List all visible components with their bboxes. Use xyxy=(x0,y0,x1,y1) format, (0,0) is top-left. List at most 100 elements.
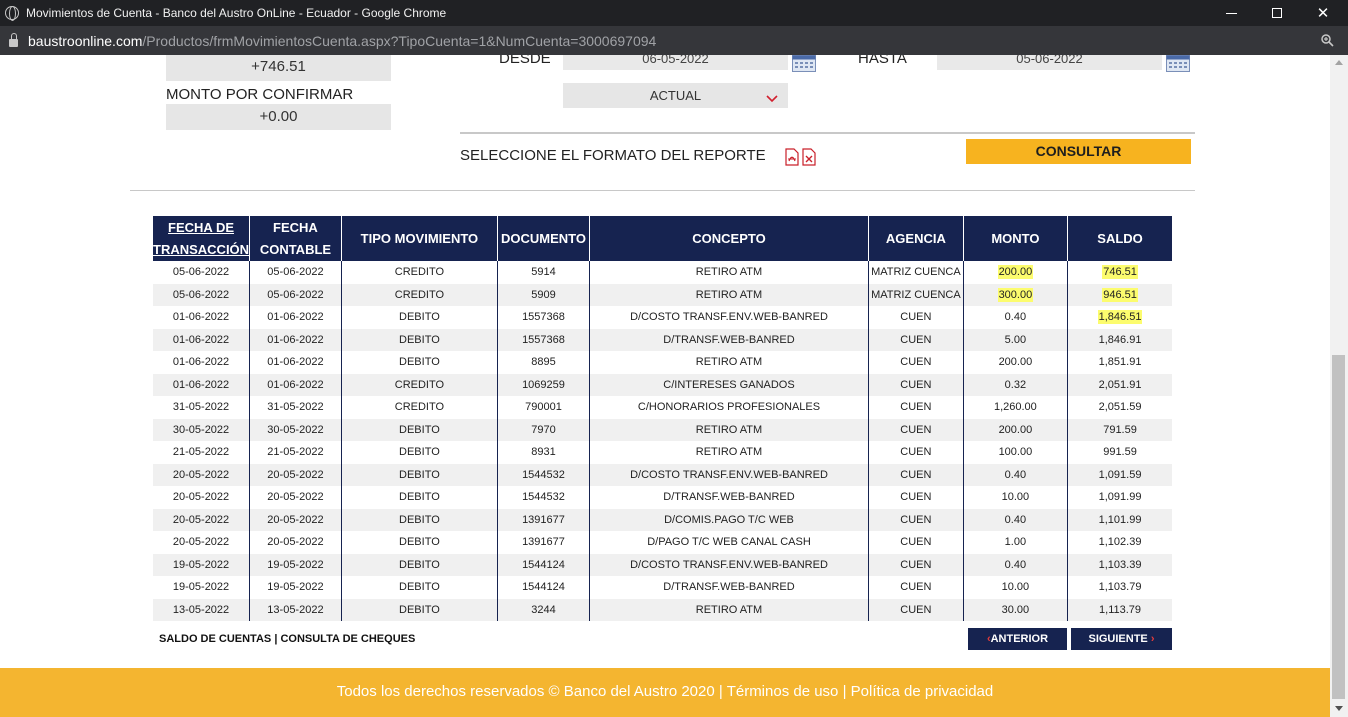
scroll-thumb[interactable] xyxy=(1332,355,1345,699)
consultar-button[interactable]: CONSULTAR xyxy=(966,139,1191,164)
cell-tipo-text: DEBITO xyxy=(399,603,440,616)
excel-icon[interactable] xyxy=(802,148,816,166)
cell-documento: 8895 xyxy=(497,351,590,374)
cell-concepto-text: D/TRANSF.WEB-BANRED xyxy=(663,491,795,504)
cell-documento-text: 1391677 xyxy=(522,536,565,549)
cell-fecha-transaccion-text: 19-05-2022 xyxy=(172,558,230,571)
cell-concepto: D/COSTO TRANSF.ENV.WEB-BANRED xyxy=(589,553,870,576)
cell-documento-text: 1557368 xyxy=(522,311,565,324)
cell-agencia: CUEN xyxy=(868,508,964,531)
terms-link[interactable]: Términos de uso xyxy=(727,683,839,700)
consulta-cheques-link[interactable]: CONSULTA DE CHEQUES xyxy=(280,633,415,645)
cell-documento: 5909 xyxy=(497,283,590,306)
address-bar[interactable]: baustroonline.com/Productos/frmMovimient… xyxy=(0,26,1348,55)
cell-concepto-text: D/TRANSF.WEB-BANRED xyxy=(663,581,795,594)
cell-saldo: 1,846.51 xyxy=(1068,306,1172,329)
cell-saldo-text: 746.51 xyxy=(1102,265,1138,280)
cell-documento: 790001 xyxy=(497,396,590,419)
siguiente-button[interactable]: SIGUIENTE › xyxy=(1071,628,1172,650)
cell-agencia: CUEN xyxy=(868,306,964,329)
cell-agencia-text: CUEN xyxy=(900,356,932,369)
copyright-text: Todos los derechos reservados © Banco de… xyxy=(336,683,715,700)
cell-fecha-transaccion-text: 21-05-2022 xyxy=(172,446,230,459)
cell-saldo: 1,103.79 xyxy=(1068,576,1172,599)
cell-monto-text: 100.00 xyxy=(998,446,1033,459)
cell-fecha-contable: 13-05-2022 xyxy=(249,598,342,621)
close-button[interactable]: ✕ xyxy=(1300,0,1346,26)
saldo-cuentas-link[interactable]: SALDO DE CUENTAS xyxy=(159,633,271,645)
cell-agencia: CUEN xyxy=(868,486,964,509)
minimize-button[interactable] xyxy=(1208,0,1254,26)
cell-agencia-text: CUEN xyxy=(900,491,932,504)
cell-fecha-transaccion: 05-06-2022 xyxy=(153,283,251,306)
col-agencia: AGENCIA xyxy=(868,216,964,261)
cell-monto-text: 1.00 xyxy=(1004,536,1027,549)
cell-fecha-contable-text: 21-05-2022 xyxy=(267,446,324,459)
table-row: 31-05-2022 31-05-2022 CREDITO 790001 C/HONOR… xyxy=(153,396,1172,419)
cell-monto-text: 30.00 xyxy=(1001,603,1030,616)
table-row: 19-05-2022 19-05-2022 DEBITO 1544124 D/COSTO… xyxy=(153,553,1172,576)
hasta-date-field[interactable]: 05-06-2022 xyxy=(937,55,1162,70)
pdf-icon[interactable] xyxy=(785,148,799,166)
calendar-icon[interactable] xyxy=(792,55,816,72)
cell-tipo: DEBITO xyxy=(341,441,499,464)
cell-monto-text: 0.40 xyxy=(1004,513,1027,526)
vertical-scrollbar[interactable] xyxy=(1330,55,1348,717)
anterior-button[interactable]: ‹ANTERIOR xyxy=(968,628,1067,650)
cell-documento: 1069259 xyxy=(497,373,590,396)
cell-concepto: D/TRANSF.WEB-BANRED xyxy=(589,486,870,509)
cell-saldo-text: 1,851.91 xyxy=(1098,356,1142,369)
cell-saldo-text: 1,113.79 xyxy=(1099,603,1142,616)
desde-date-field[interactable]: 06-05-2022 xyxy=(563,55,788,70)
cell-documento-text: 8895 xyxy=(531,356,556,369)
site-footer: Todos los derechos reservados © Banco de… xyxy=(0,668,1330,717)
cell-documento: 1557368 xyxy=(497,328,590,351)
hasta-label: HASTA xyxy=(858,55,907,67)
scroll-down-icon[interactable] xyxy=(1335,706,1343,711)
cell-concepto-text: RETIRO ATM xyxy=(695,266,763,279)
cell-agencia: CUEN xyxy=(868,463,964,486)
table-row: 05-06-2022 05-06-2022 CREDITO 5914 RETIRO AT… xyxy=(153,261,1172,284)
globe-icon xyxy=(5,6,19,21)
divider xyxy=(130,190,1195,191)
lock-icon xyxy=(9,32,18,47)
monto-por-confirmar-label: MONTO POR CONFIRMAR xyxy=(166,86,354,103)
cell-fecha-contable-text: 05-06-2022 xyxy=(267,288,324,301)
cell-fecha-contable-text: 01-06-2022 xyxy=(267,333,324,346)
cell-fecha-transaccion: 01-06-2022 xyxy=(153,306,251,329)
period-select[interactable]: ACTUAL xyxy=(563,83,788,108)
cell-fecha-transaccion-text: 01-06-2022 xyxy=(172,356,230,369)
cell-tipo-text: DEBITO xyxy=(399,333,440,346)
table-row: 20-05-2022 20-05-2022 DEBITO 1544532 D/TRANS… xyxy=(153,486,1172,509)
window-title: Movimientos de Cuenta - Banco del Austro… xyxy=(26,6,447,20)
calendar-icon[interactable] xyxy=(1166,55,1190,72)
privacy-link[interactable]: Política de privacidad xyxy=(851,683,994,700)
cell-agencia: CUEN xyxy=(868,418,964,441)
col-documento: DOCUMENTO xyxy=(497,216,590,261)
cell-concepto: D/TRANSF.WEB-BANRED xyxy=(589,328,870,351)
scroll-up-icon[interactable] xyxy=(1335,60,1343,65)
cell-monto: 200.00 xyxy=(963,418,1069,441)
maximize-button[interactable] xyxy=(1254,0,1300,26)
cell-fecha-contable: 21-05-2022 xyxy=(249,441,342,464)
cell-agencia-text: CUEN xyxy=(900,513,932,526)
url-text[interactable]: baustroonline.com/Productos/frmMovimient… xyxy=(28,33,656,49)
cell-documento: 3244 xyxy=(497,598,590,621)
table-body: 05-06-2022 05-06-2022 CREDITO 5914 RETIRO AT… xyxy=(153,261,1172,621)
cell-documento: 8931 xyxy=(497,441,590,464)
cell-tipo: DEBITO xyxy=(341,508,499,531)
cell-fecha-transaccion: 31-05-2022 xyxy=(153,396,251,419)
cell-documento: 1557368 xyxy=(497,306,590,329)
cell-fecha-transaccion-text: 05-06-2022 xyxy=(172,288,230,301)
cell-documento-text: 3244 xyxy=(531,603,556,616)
col-fecha-transaccion[interactable]: FECHA DE TRANSACCIÓN xyxy=(153,216,251,261)
cell-agencia: CUEN xyxy=(868,396,964,419)
cell-concepto: C/HONORARIOS PROFESIONALES xyxy=(589,396,870,419)
cell-monto: 1.00 xyxy=(963,531,1069,554)
cell-concepto-text: C/HONORARIOS PROFESIONALES xyxy=(637,401,821,414)
cell-concepto: D/TRANSF.WEB-BANRED xyxy=(589,576,870,599)
cell-fecha-transaccion: 30-05-2022 xyxy=(153,418,251,441)
zoom-icon[interactable] xyxy=(1321,34,1334,47)
cell-fecha-contable-text: 05-06-2022 xyxy=(267,266,324,279)
monto-por-confirmar-value: +0.00 xyxy=(166,104,391,130)
